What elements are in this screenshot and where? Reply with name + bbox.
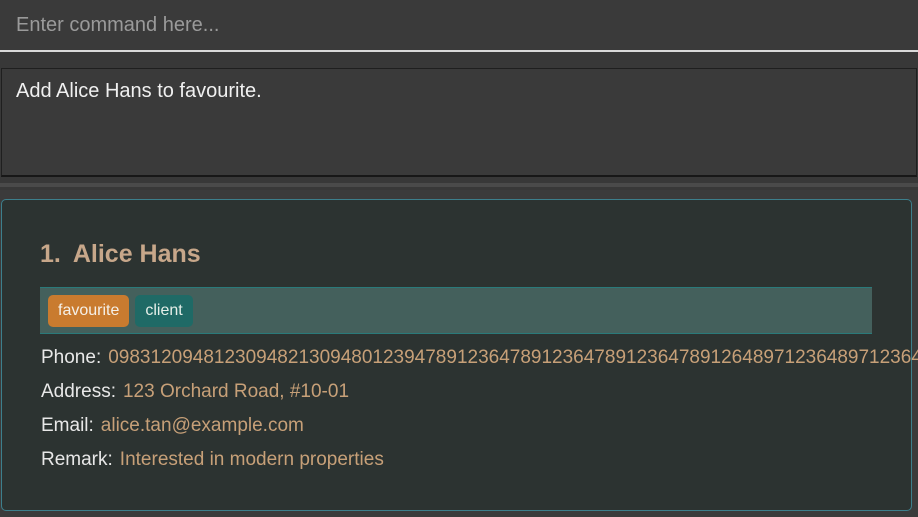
person-list[interactable]: 1. Alice Hans favourite client Phone: 0983… — [0, 190, 918, 517]
person-name: Alice Hans — [72, 240, 201, 268]
tag-client: client — [135, 295, 193, 327]
phone-field: Phone: 0983120948123094821309480123947891… — [41, 347, 918, 369]
result-display: Add Alice Hans to favourite. — [1, 68, 917, 177]
tag-favourite: favourite — [48, 295, 130, 327]
remark-label: Remark: — [41, 449, 113, 470]
phone-value: 0983120948123094821309480123947891236478… — [108, 347, 918, 368]
person-index: 1. — [40, 240, 61, 268]
person-card[interactable]: 1. Alice Hans favourite client Phone: 0983… — [1, 199, 918, 511]
phone-label: Phone: — [41, 347, 102, 368]
email-value: alice.tan@example.com — [100, 415, 304, 436]
address-field: Address: 123 Orchard Road, #10-01 — [41, 381, 349, 403]
email-label: Email: — [41, 415, 94, 436]
command-box[interactable] — [0, 0, 918, 52]
result-message: Add Alice Hans to favourite. — [16, 80, 262, 102]
panel-divider[interactable] — [0, 183, 918, 187]
email-field: Email: alice.tan@example.com — [41, 415, 304, 437]
command-input[interactable] — [0, 0, 918, 50]
address-label: Address: — [41, 381, 116, 402]
remark-value: Interested in modern properties — [119, 449, 384, 470]
person-name-row: 1. Alice Hans — [40, 240, 201, 269]
remark-field: Remark: Interested in modern properties — [41, 449, 384, 471]
tag-list: favourite client — [40, 287, 872, 334]
address-value: 123 Orchard Road, #10-01 — [122, 381, 350, 402]
